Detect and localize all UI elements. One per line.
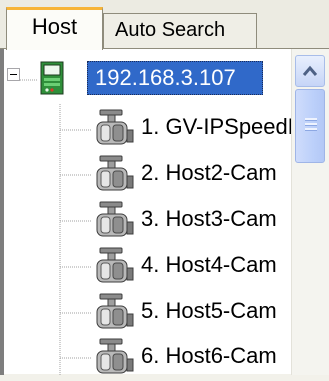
tab-host[interactable]: Host [6,7,103,50]
speed-dome-camera-icon [96,155,134,191]
camera-label[interactable]: 6. Host6-Cam [141,335,291,377]
tab-auto-search[interactable]: Auto Search [103,13,257,48]
tree-node-camera[interactable]: 3. Host3-Cam [0,198,320,244]
tree-node-camera[interactable]: 6. Host6-Cam [0,335,320,381]
host-server-icon [40,61,64,95]
chevron-up-icon [302,65,318,76]
grip-line [305,118,317,121]
camera-label[interactable]: 5. Host5-Cam [141,290,291,332]
scroll-thumb[interactable] [295,89,325,163]
tree-node-camera[interactable]: 4. Host4-Cam [0,244,320,290]
camera-label[interactable]: 2. Host2-Cam [141,152,291,194]
speed-dome-camera-icon [96,109,134,145]
grip-line [305,128,317,131]
scroll-up-button[interactable] [295,55,325,87]
tree-node-camera[interactable]: 2. Host2-Cam [0,152,320,198]
host-address-label[interactable]: 192.168.3.107 [87,61,263,95]
speed-dome-camera-icon [96,201,134,237]
tree-node-camera[interactable]: 5. Host5-Cam [0,290,320,336]
tree-node-camera[interactable]: 1. GV-IPSpeedDome [0,106,320,152]
vertical-scrollbar[interactable] [291,49,329,375]
grip-line [305,123,317,126]
camera-label[interactable]: 3. Host3-Cam [141,198,291,240]
speed-dome-camera-icon [96,247,134,283]
speed-dome-camera-icon [96,293,134,329]
collapse-icon[interactable] [7,68,20,81]
host-browser-window: Host Auto Search 192.168.3.107 1. GV-IPS… [0,0,329,375]
tab-strip: Host Auto Search [0,0,329,50]
speed-dome-camera-icon [96,338,134,374]
camera-label[interactable]: 4. Host4-Cam [141,244,291,286]
camera-label[interactable]: 1. GV-IPSpeedDome [141,106,291,148]
host-tree-panel: 192.168.3.107 1. GV-IPSpeedDome [0,48,329,375]
